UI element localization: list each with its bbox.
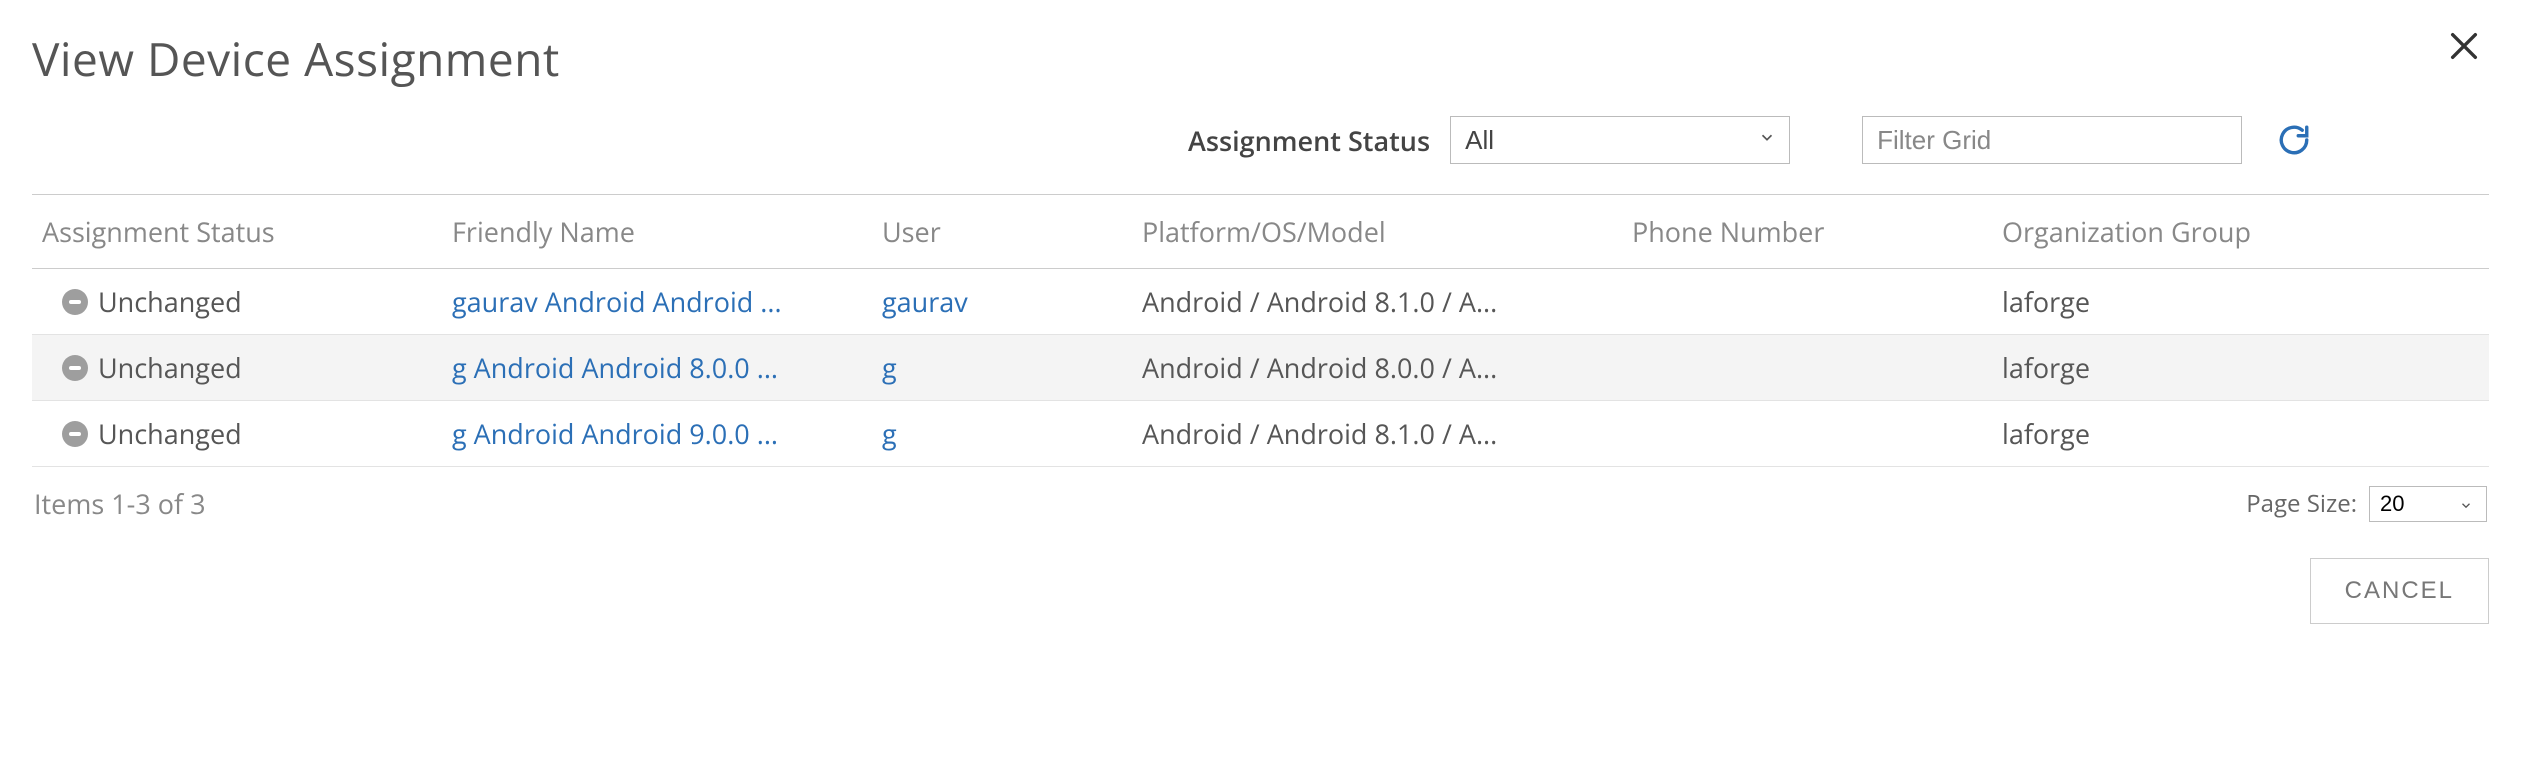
org-text: laforge <box>1992 401 2489 467</box>
user-link[interactable]: gaurav <box>882 283 968 320</box>
unchanged-icon <box>62 289 88 315</box>
column-header-org[interactable]: Organization Group <box>1992 195 2489 269</box>
table-row[interactable]: Unchanged g Android Android 8.0.0 ... g And… <box>32 335 2489 401</box>
status-text: Unchanged <box>98 283 242 320</box>
assignment-status-label: Assignment Status <box>1188 122 1430 159</box>
org-text: laforge <box>1992 335 2489 401</box>
column-header-phone[interactable]: Phone Number <box>1622 195 1992 269</box>
platform-text: Android / Android 8.1.0 / A... <box>1132 269 1622 335</box>
friendly-name-link[interactable]: g Android Android 8.0.0 ... <box>452 349 778 386</box>
org-text: laforge <box>1992 269 2489 335</box>
table-row[interactable]: Unchanged g Android Android 9.0.0 ... g And… <box>32 401 2489 467</box>
friendly-name-link[interactable]: g Android Android 9.0.0 ... <box>452 415 778 452</box>
page-size-select[interactable] <box>2369 486 2487 522</box>
device-assignment-table: Assignment Status Friendly Name User Pla… <box>32 194 2489 467</box>
page-size-label: Page Size: <box>2246 487 2357 520</box>
assignment-status-select[interactable] <box>1450 116 1790 164</box>
page-title: View Device Assignment <box>32 28 560 90</box>
column-header-user[interactable]: User <box>872 195 1132 269</box>
phone-text <box>1622 401 1992 467</box>
status-text: Unchanged <box>98 415 242 452</box>
unchanged-icon <box>62 355 88 381</box>
items-count: Items 1-3 of 3 <box>34 485 206 522</box>
column-header-friendly[interactable]: Friendly Name <box>442 195 872 269</box>
user-link[interactable]: g <box>882 349 897 386</box>
friendly-name-link[interactable]: gaurav Android Android ... <box>452 283 782 320</box>
platform-text: Android / Android 8.1.0 / A... <box>1132 401 1622 467</box>
phone-text <box>1622 269 1992 335</box>
column-header-status[interactable]: Assignment Status <box>32 195 442 269</box>
platform-text: Android / Android 8.0.0 / A... <box>1132 335 1622 401</box>
refresh-icon[interactable] <box>2272 118 2316 162</box>
status-text: Unchanged <box>98 349 242 386</box>
column-header-platform[interactable]: Platform/OS/Model <box>1132 195 1622 269</box>
phone-text <box>1622 335 1992 401</box>
unchanged-icon <box>62 421 88 447</box>
table-row[interactable]: Unchanged gaurav Android Android ... gaura… <box>32 269 2489 335</box>
filter-grid-input[interactable] <box>1862 116 2242 164</box>
user-link[interactable]: g <box>882 415 897 452</box>
close-icon[interactable] <box>2439 28 2489 68</box>
cancel-button[interactable]: CANCEL <box>2310 558 2489 624</box>
